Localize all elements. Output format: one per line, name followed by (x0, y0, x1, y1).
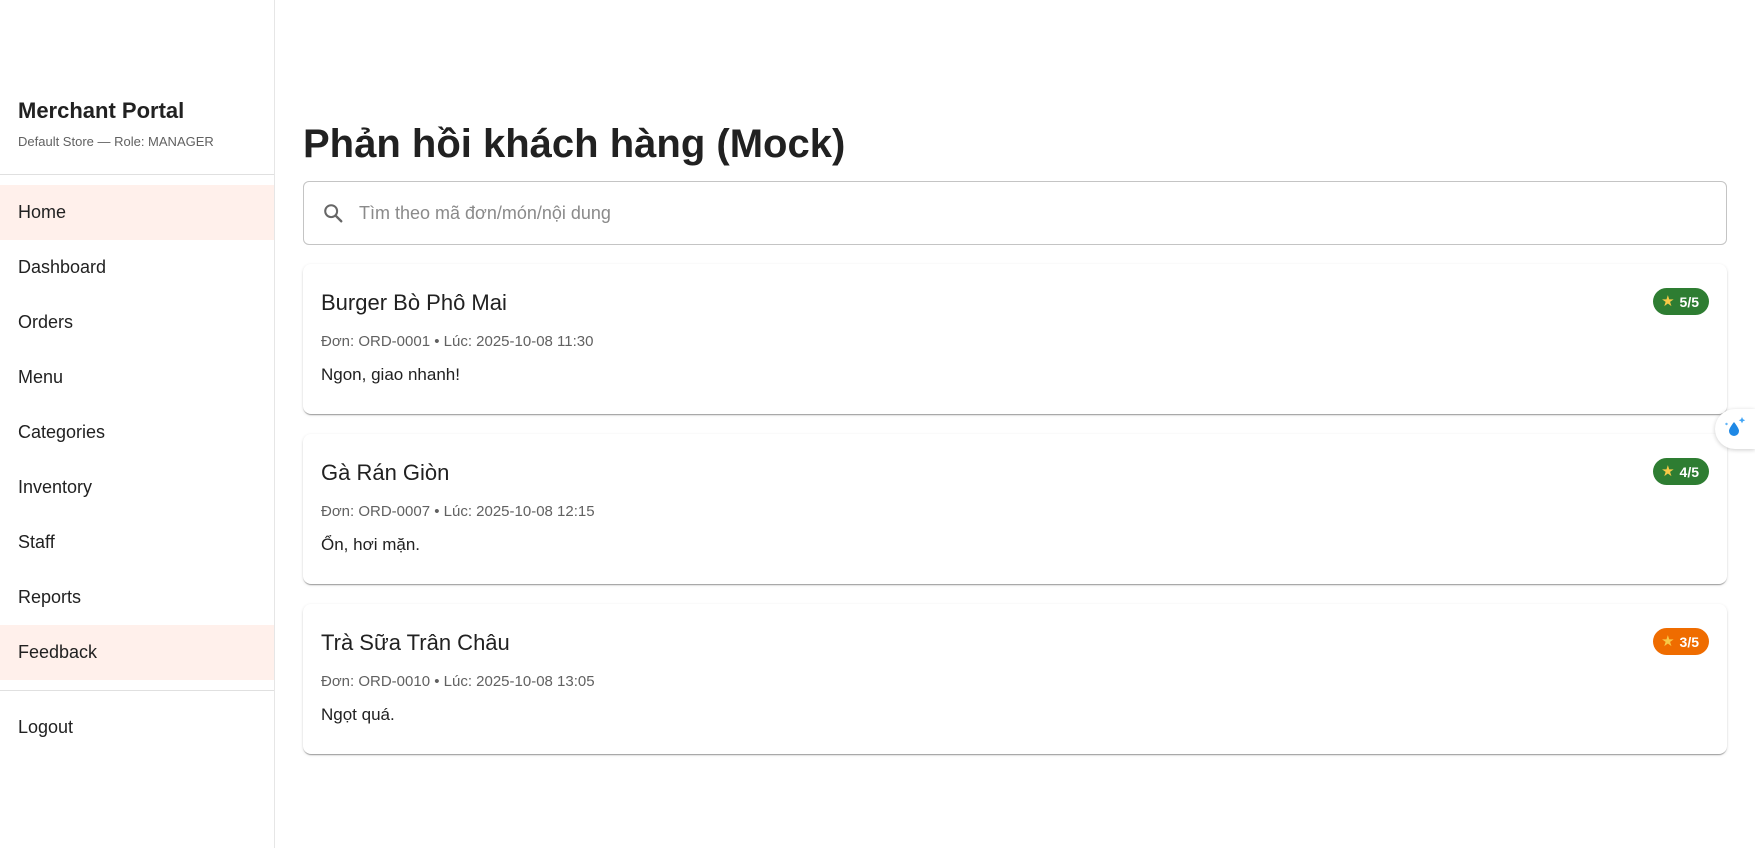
app-root: Merchant Portal Default Store — Role: MA… (0, 0, 1755, 848)
star-icon: ★ (1661, 293, 1675, 310)
sidebar-item-staff[interactable]: Staff (0, 515, 274, 570)
rating-badge: ★ 4/5 (1653, 458, 1709, 485)
feedback-item-title: Trà Sữa Trân Châu (321, 630, 510, 655)
feedback-text: Ngon, giao nhanh! (321, 365, 460, 384)
sidebar-item-categories[interactable]: Categories (0, 405, 274, 460)
feedback-meta: Đơn: ORD-0001 • Lúc: 2025-10-08 11:30 (321, 333, 594, 350)
sidebar-item-inventory[interactable]: Inventory (0, 460, 274, 515)
brand-title: Merchant Portal (18, 98, 185, 123)
feedback-card: Burger Bò Phô Mai ★ 5/5 Đơn: ORD-0001 • … (303, 264, 1727, 414)
sidebar-item-menu[interactable]: Menu (0, 350, 274, 405)
sidebar-item-feedback[interactable]: Feedback (0, 625, 274, 680)
sidebar-item-dashboard[interactable]: Dashboard (0, 240, 274, 295)
logout-button[interactable]: Logout (0, 700, 274, 755)
sidebar-divider-top (0, 174, 274, 175)
feedback-text: Ngọt quá. (321, 705, 395, 724)
sidebar-item-home[interactable]: Home (0, 185, 274, 240)
feedback-meta: Đơn: ORD-0010 • Lúc: 2025-10-08 13:05 (321, 673, 595, 690)
page-title: Phản hồi khách hàng (Mock) (303, 122, 846, 166)
feedback-card: Gà Rán Giòn ★ 4/5 Đơn: ORD-0007 • Lúc: 2… (303, 434, 1727, 584)
sidebar-nav: Home Dashboard Orders Menu Categories In… (0, 185, 274, 680)
rating-value: 4/5 (1679, 463, 1699, 480)
feedback-item-title: Gà Rán Giòn (321, 460, 450, 485)
sidebar-item-orders[interactable]: Orders (0, 295, 274, 350)
rating-value: 3/5 (1679, 633, 1699, 650)
search-icon (321, 201, 345, 225)
search-box[interactable] (303, 181, 1727, 245)
brand: Merchant Portal Default Store — Role: MA… (18, 98, 214, 150)
rating-badge: ★ 3/5 (1653, 628, 1709, 655)
sidebar-item-reports[interactable]: Reports (0, 570, 274, 625)
sidebar: Merchant Portal Default Store — Role: MA… (0, 0, 275, 848)
brand-subtitle: Default Store — Role: MANAGER (18, 134, 214, 149)
feedback-item-title: Burger Bò Phô Mai (321, 290, 507, 315)
sparkle-drop-icon (1723, 415, 1747, 444)
rating-badge: ★ 5/5 (1653, 288, 1709, 315)
sidebar-divider-bottom (0, 690, 274, 691)
feedback-card: Trà Sữa Trân Châu ★ 3/5 Đơn: ORD-0010 • … (303, 604, 1727, 754)
rating-value: 5/5 (1679, 293, 1699, 310)
star-icon: ★ (1661, 633, 1675, 650)
star-icon: ★ (1661, 463, 1675, 480)
feedback-meta: Đơn: ORD-0007 • Lúc: 2025-10-08 12:15 (321, 503, 595, 520)
assistant-widget-button[interactable] (1715, 409, 1755, 449)
feedback-text: Ổn, hơi mặn. (321, 535, 421, 554)
search-input[interactable] (357, 192, 1726, 234)
